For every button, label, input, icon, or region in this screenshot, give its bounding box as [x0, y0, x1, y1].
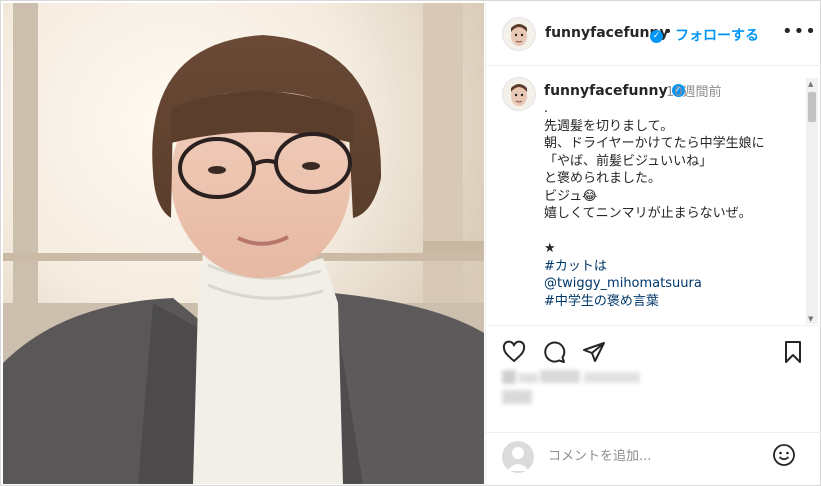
heart-icon[interactable]: [502, 340, 526, 368]
hashtag-link[interactable]: #カットは: [544, 258, 794, 276]
caption-line: .: [544, 101, 549, 116]
caption-line: 嬉しくてニンマリが止まらないぜ。: [544, 206, 752, 221]
avatar-face-icon: [503, 78, 535, 110]
share-icon[interactable]: [582, 340, 606, 368]
caption-line: 先週髪を切りまして。: [544, 118, 674, 134]
caption-scrollbar[interactable]: ▲ ▼: [806, 78, 818, 324]
caption-line: 「やば、前髪ビジュいいね」: [544, 153, 713, 169]
user-avatar-placeholder: [502, 441, 534, 473]
caption-text: . 先週髪を切りまして。 朝、ドライヤーかけてたら中学生娘に 「やば、前髪ビジュ…: [544, 100, 794, 310]
instagram-embed: funnyfacefunny ✓ • フォローする ••• funnyfacef…: [0, 0, 821, 486]
scroll-up-arrow-icon[interactable]: ▲: [808, 80, 813, 88]
post-photo[interactable]: [3, 3, 484, 484]
mention-link[interactable]: @twiggy_mihomatsuura: [544, 275, 794, 293]
selfie-image: [3, 3, 484, 484]
comment-bar: [486, 432, 821, 485]
caption-username[interactable]: funnyfacefunny: [544, 83, 668, 99]
comment-input[interactable]: [546, 443, 770, 469]
post-timestamp[interactable]: 10週間前: [666, 81, 722, 100]
caption-line: ビジュ😂: [544, 188, 598, 204]
caption-line: [544, 223, 794, 241]
caption-line: と褒められました。: [544, 171, 662, 186]
scroll-down-arrow-icon[interactable]: ▼: [808, 315, 813, 323]
separator-dot: •: [664, 24, 673, 40]
caption-user-row: funnyfacefunny ✓: [544, 80, 685, 99]
hashtag-link[interactable]: #中学生の褒め言葉: [544, 293, 794, 311]
caption-line: ★: [544, 241, 556, 256]
likes-blurred: [502, 370, 642, 412]
comment-icon[interactable]: [542, 340, 566, 368]
emoji-icon[interactable]: [772, 443, 796, 471]
avatar-face-icon: [503, 18, 535, 50]
more-options-icon[interactable]: •••: [782, 21, 817, 42]
caption-scroll-area[interactable]: funnyfacefunny ✓ 10週間前 . 先週髪を切りまして。 朝、ドライ…: [486, 66, 821, 324]
verified-badge-icon: ✓: [646, 26, 663, 45]
bookmark-icon[interactable]: [781, 340, 805, 368]
post-header: funnyfacefunny ✓ • フォローする •••: [486, 3, 821, 66]
caption-line: 朝、ドライヤーかけてたら中学生娘に: [544, 136, 765, 151]
follow-button[interactable]: フォローする: [675, 25, 759, 45]
scroll-thumb[interactable]: [808, 92, 816, 122]
profile-avatar[interactable]: [502, 17, 536, 51]
caption-avatar[interactable]: [502, 77, 536, 111]
post-panel: funnyfacefunny ✓ • フォローする ••• funnyfacef…: [485, 3, 821, 484]
